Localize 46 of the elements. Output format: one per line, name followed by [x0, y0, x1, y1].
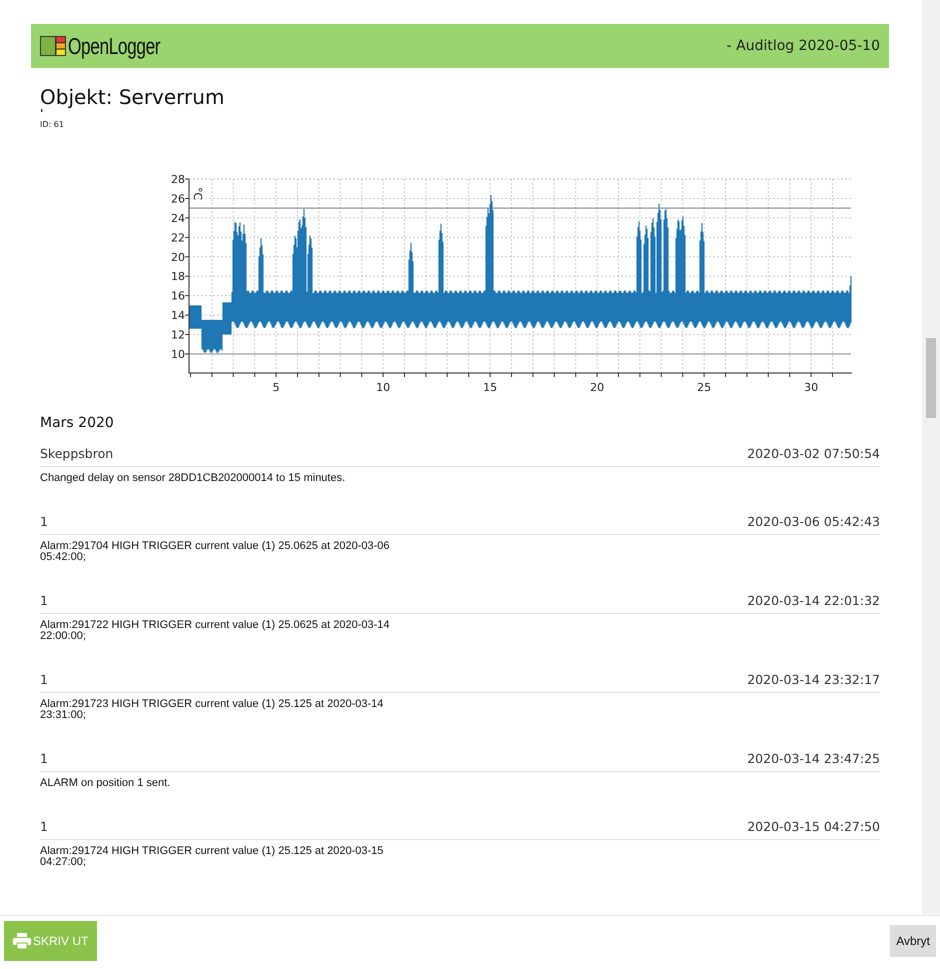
entry-source: 1	[40, 514, 48, 529]
axis-label: 10	[171, 348, 185, 361]
entry-timestamp: 2020-03-06 05:42:43	[747, 514, 880, 529]
entry-source: 1	[40, 672, 48, 687]
axis-label: 20	[171, 250, 185, 264]
printer-icon	[13, 933, 31, 949]
entry-message: ALARM on position 1 sent.	[40, 778, 172, 789]
mark-text: '	[40, 109, 44, 118]
entry-timestamp: 2020-03-14 23:47:25	[747, 751, 880, 766]
entry-source: Skeppsbron	[40, 446, 114, 461]
axis-label: 30	[804, 381, 818, 394]
month-heading: Mars 2020	[40, 415, 115, 431]
entry-source: 1	[40, 751, 48, 766]
axis-label: 24	[171, 212, 185, 225]
axis-label: 16	[171, 290, 185, 303]
entry-message: Changed delay on sensor 28DD1CB202000014 to 15 minutes.	[40, 473, 346, 484]
axis-label: 25	[697, 381, 712, 394]
entry-timestamp: 2020-03-14 22:01:32	[747, 593, 880, 608]
entry-message: Alarm:291723 HIGH TRIGGER current value (1) 25.125 at 2020-03-14 23:31:00;	[40, 699, 384, 721]
entry-timestamp: 2020-03-02 07:50:54	[747, 446, 880, 461]
axis-label: 26	[171, 192, 185, 206]
entry-message: Alarm:291722 HIGH TRIGGER current value (1) 25.0625 at 2020-03-14 22:00:00;	[40, 620, 391, 642]
page-subtitle: - Auditlog 2020-05-10	[726, 38, 880, 54]
axis-label: 5	[272, 381, 280, 394]
cancel-button[interactable]: Avbryt	[890, 925, 936, 957]
scrollbar-thumb[interactable]	[926, 338, 936, 418]
axis-label: 14	[171, 309, 185, 322]
logo-icon	[40, 36, 66, 56]
axis-label: 22	[171, 231, 185, 244]
axis-label: 28	[171, 173, 185, 186]
object-title: Objekt: Serverrum	[40, 85, 226, 109]
axis-label: 12	[171, 328, 185, 342]
axis-label: 20	[590, 381, 604, 394]
object-id: ID: 61	[40, 120, 65, 129]
logo-text: OpenLogger	[68, 32, 160, 60]
entry-source: 1	[40, 819, 48, 834]
entry-timestamp: 2020-03-14 23:32:17	[747, 672, 880, 687]
entry-timestamp: 2020-03-15 04:27:50	[747, 819, 880, 834]
entry-source: 1	[40, 593, 48, 608]
unit-label: °C	[191, 187, 204, 200]
scrollbar[interactable]	[922, 0, 940, 914]
axis-label: 18	[171, 270, 185, 284]
axis-label: 15	[483, 381, 498, 394]
axis-label: 10	[376, 381, 390, 394]
entry-message: Alarm:291724 HIGH TRIGGER current value (1) 25.125 at 2020-03-15 04:27:00;	[40, 846, 384, 868]
entry-message: Alarm:291704 HIGH TRIGGER current value (1) 25.0625 at 2020-03-06 05:42:00;	[40, 541, 391, 563]
